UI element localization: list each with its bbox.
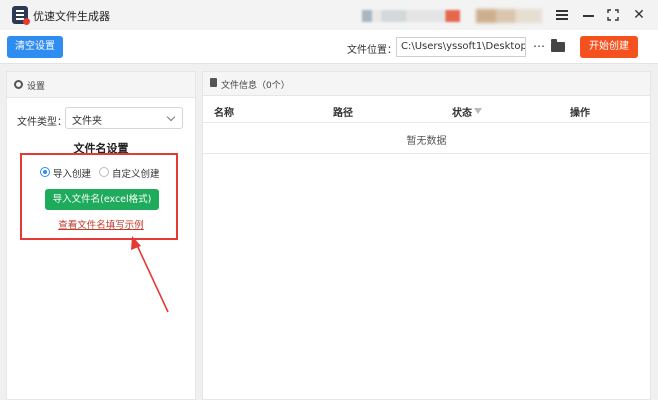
clear-settings-button[interactable]: 清空设置 xyxy=(7,36,63,58)
column-header-status: 状态 xyxy=(452,108,472,119)
filter-icon[interactable] xyxy=(474,108,482,114)
settings-panel: 设置 文件类型： 文件夹 文件名设置 导入创建 自定义创建 导入文件名(exce… xyxy=(6,71,196,400)
file-type-value: 文件夹 xyxy=(72,116,102,127)
minimize-icon[interactable] xyxy=(580,6,598,24)
toolbar: 清空设置 文件位置： C:\Users\yssoft1\Desktop\优速 ⋯… xyxy=(0,30,658,64)
empty-state-text: 暂无数据 xyxy=(406,136,447,147)
column-header-name: 名称 xyxy=(214,108,234,119)
file-location-input[interactable]: C:\Users\yssoft1\Desktop\优速 xyxy=(396,37,526,57)
app-title: 优速文件生成器 xyxy=(33,10,110,23)
file-type-select[interactable]: 文件夹 xyxy=(65,107,183,129)
more-icon[interactable]: ⋯ xyxy=(532,38,546,54)
folder-icon[interactable] xyxy=(551,39,565,52)
close-icon[interactable]: ✕ xyxy=(630,6,648,24)
fullscreen-icon[interactable] xyxy=(604,6,622,24)
blurred-user-region xyxy=(476,9,542,23)
gear-icon xyxy=(14,80,23,89)
app-logo-icon xyxy=(12,6,30,25)
file-info-panel: 文件信息（0个） 名称 路径 状态 操作 暂无数据 xyxy=(202,71,651,400)
column-header-actions: 操作 xyxy=(570,108,590,119)
file-icon xyxy=(210,78,217,87)
menu-icon[interactable] xyxy=(553,6,571,24)
title-bar: 优速文件生成器 ✕ xyxy=(0,0,658,30)
blurred-region xyxy=(362,10,460,22)
file-location-label: 文件位置： xyxy=(347,45,397,56)
file-type-label: 文件类型： xyxy=(17,117,67,128)
settings-header: 设置 xyxy=(7,72,195,98)
file-info-header: 文件信息（0个） xyxy=(203,72,650,96)
table-body-divider xyxy=(203,153,650,154)
table-header-divider xyxy=(203,122,650,123)
column-header-path: 路径 xyxy=(333,108,353,119)
start-create-button[interactable]: 开始创建 xyxy=(580,36,638,58)
settings-title: 设置 xyxy=(27,82,46,92)
file-info-title: 文件信息（0个） xyxy=(221,81,290,91)
highlight-box xyxy=(20,153,178,240)
chevron-down-icon xyxy=(166,112,176,122)
